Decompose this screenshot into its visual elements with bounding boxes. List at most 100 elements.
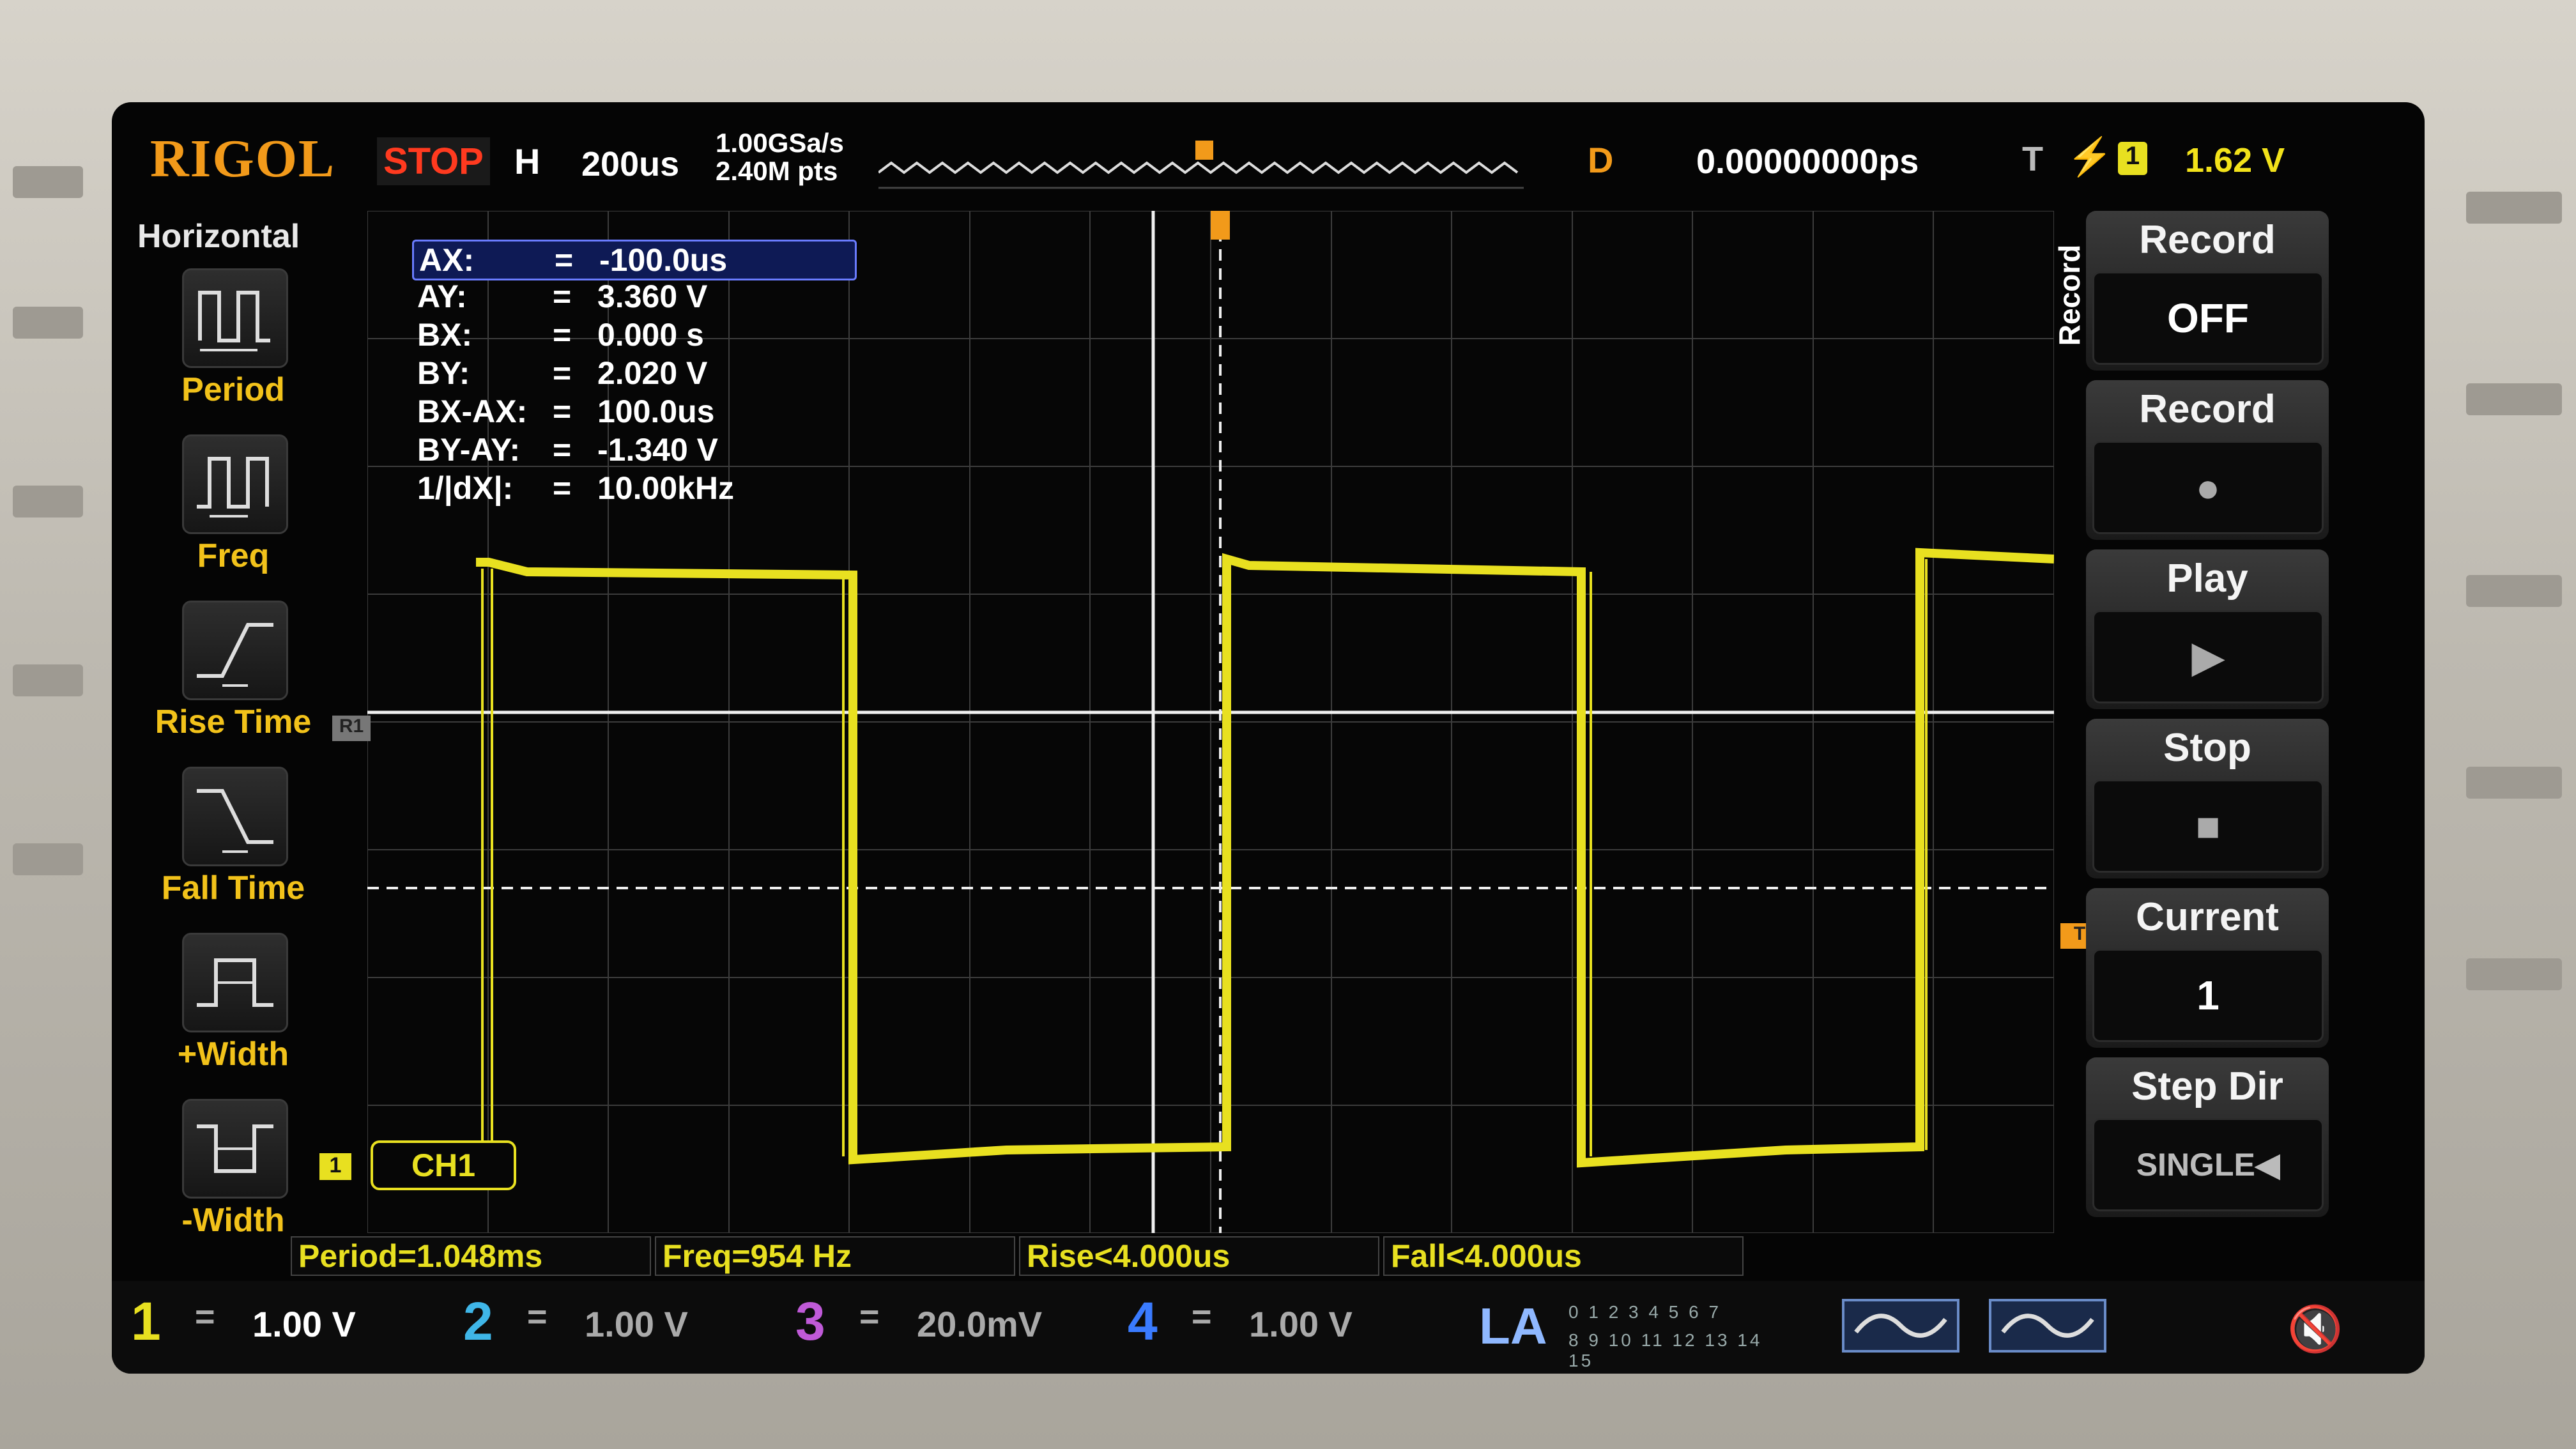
channel-1-scale[interactable]: 1 = 1.00 V <box>125 1291 425 1361</box>
cursor-eq: = <box>553 432 572 468</box>
bezel-rib <box>13 166 83 198</box>
cursor-eq: = <box>553 394 572 429</box>
cursor-value: 100.0us <box>597 394 715 429</box>
measurement-fall[interactable]: Fall<4.000us <box>1383 1236 1744 1276</box>
memory-overview-strip[interactable] <box>878 141 1524 192</box>
cursor-key: 1/|dX|: <box>417 470 514 506</box>
button-title: Current <box>2136 895 2279 939</box>
record-mode-value: OFF <box>2092 272 2324 365</box>
record-start-button[interactable]: Record ● <box>2086 380 2329 540</box>
channel-number: 2 <box>463 1291 493 1351</box>
horizontal-mode: H <box>514 141 540 181</box>
la-bits-high: 8 9 10 11 12 13 14 15 <box>1568 1330 1763 1370</box>
current-frame-button[interactable]: Current 1 <box>2086 888 2329 1048</box>
brand-logo: RIGOL <box>150 129 336 188</box>
timebase-value[interactable]: 200us <box>581 144 679 184</box>
cursor-readout-row: AX: = -100.0us <box>412 240 857 280</box>
ref-marker: R1 <box>332 716 371 741</box>
status-bar: RIGOL STOP H 200us 1.00GSa/s 2.40M pts D… <box>112 102 2425 211</box>
trigger-level[interactable]: 1.62 V <box>2185 141 2285 180</box>
play-icon: ▶ <box>2092 610 2324 703</box>
record-dot-icon: ● <box>2092 441 2324 534</box>
menu-vertical-title: Record <box>2053 244 2087 346</box>
cursor-readout-row: BX-AX: = 100.0us <box>412 393 853 430</box>
bezel-rib <box>2466 575 2562 607</box>
cursor-readout-row: BY-AY: = -1.340 V <box>412 431 853 468</box>
ch1-offset-marker[interactable]: 1 <box>319 1153 351 1180</box>
cursor-value: 2.020 V <box>597 355 708 391</box>
negative-width-icon <box>182 1099 288 1199</box>
channel-4-scale[interactable]: 4 = 1.00 V <box>1121 1291 1422 1361</box>
volts-per-div: 1.00 V <box>252 1304 356 1344</box>
bezel-rib <box>13 664 83 696</box>
cursor-value: -1.340 V <box>597 432 719 468</box>
cursor-value: 10.00kHz <box>597 470 735 506</box>
positive-width-icon <box>182 933 288 1032</box>
measurement-freq[interactable]: Freq=954 Hz <box>655 1236 1015 1276</box>
button-title: Record <box>2139 218 2276 262</box>
measure-label: Freq <box>197 537 270 574</box>
run-stop-status[interactable]: STOP <box>377 137 490 185</box>
cursor-eq: = <box>553 355 572 391</box>
measurement-period[interactable]: Period=1.048ms <box>291 1236 651 1276</box>
coupling-symbol: = <box>859 1298 880 1336</box>
measure-fall-time[interactable]: Fall Time <box>137 767 329 933</box>
rise-time-icon <box>182 601 288 700</box>
trigger-position-marker <box>1195 141 1213 160</box>
measure-positive-width[interactable]: +Width <box>137 933 329 1099</box>
cursor-key: BX-AX: <box>417 394 528 429</box>
bezel-rib <box>13 843 83 875</box>
measure-rise-time[interactable]: Rise Time <box>137 601 329 767</box>
ch1-label-tag: CH1 <box>371 1140 516 1190</box>
ch1-edge-ghosts <box>481 559 1928 1156</box>
measure-label: -Width <box>181 1202 285 1239</box>
coupling-symbol: = <box>1192 1298 1212 1336</box>
measurement-rise[interactable]: Rise<4.000us <box>1019 1236 1379 1276</box>
cursor-readout-row: AY: = 3.360 V <box>412 278 853 315</box>
cursor-value: 3.360 V <box>597 279 708 314</box>
cursor-value: 0.000 s <box>597 317 704 353</box>
channel-3-scale[interactable]: 3 = 20.0mV <box>789 1291 1089 1361</box>
button-title: Record <box>2139 387 2276 431</box>
channel-2-scale[interactable]: 2 = 1.00 V <box>457 1291 757 1361</box>
coupling-symbol: = <box>527 1298 548 1336</box>
button-title: Play <box>2166 556 2248 601</box>
trigger-position-marker <box>1211 211 1230 240</box>
acquisition-info: 1.00GSa/s 2.40M pts <box>716 129 844 185</box>
trigger-source: 1 <box>2118 142 2147 175</box>
mute-icon[interactable]: 🔇 <box>2287 1303 2343 1356</box>
button-title: Step Dir <box>2131 1064 2283 1108</box>
cursor-key: BY-AY: <box>417 432 521 468</box>
play-button[interactable]: Play ▶ <box>2086 549 2329 709</box>
stop-button[interactable]: Stop ■ <box>2086 719 2329 878</box>
channel-number: 1 <box>131 1291 161 1351</box>
math-2-icon[interactable] <box>1984 1294 2112 1358</box>
bezel-rib <box>13 486 83 518</box>
bezel-rib <box>13 307 83 339</box>
measure-period[interactable]: Period <box>137 268 329 434</box>
delay-mode: D <box>1588 140 1614 180</box>
scope-screen: RIGOL STOP H 200us 1.00GSa/s 2.40M pts D… <box>112 102 2425 1374</box>
channel-number: 4 <box>1128 1291 1158 1351</box>
cursor-value: -100.0us <box>599 242 728 278</box>
volts-per-div: 1.00 V <box>585 1304 688 1344</box>
rising-edge-icon: ⚡ <box>2067 136 2113 178</box>
stop-icon: ■ <box>2092 779 2324 873</box>
math-1-icon[interactable] <box>1837 1294 1965 1358</box>
logic-analyzer-indicator[interactable]: LA 0 1 2 3 4 5 6 7 8 9 10 11 12 13 14 15 <box>1434 1291 1779 1370</box>
volts-per-div: 20.0mV <box>917 1304 1043 1344</box>
cursor-eq: = <box>553 470 572 506</box>
cursor-eq: = <box>555 242 574 278</box>
fall-time-icon <box>182 767 288 866</box>
step-dir-button[interactable]: Step Dir SINGLE◀ <box>2086 1057 2329 1217</box>
horizontal-delay[interactable]: 0.00000000ps <box>1696 142 1919 181</box>
measure-freq[interactable]: Freq <box>137 434 329 601</box>
measure-label: Rise Time <box>155 703 312 740</box>
la-bits-low: 0 1 2 3 4 5 6 7 <box>1568 1302 1722 1322</box>
record-mode-button[interactable]: Record OFF <box>2086 211 2329 371</box>
ch1-waveform <box>476 548 2054 1168</box>
cursor-key: AX: <box>419 242 475 278</box>
step-dir-value: SINGLE◀ <box>2092 1118 2324 1211</box>
channel-number: 3 <box>795 1291 825 1351</box>
bezel-rib <box>2466 767 2562 799</box>
